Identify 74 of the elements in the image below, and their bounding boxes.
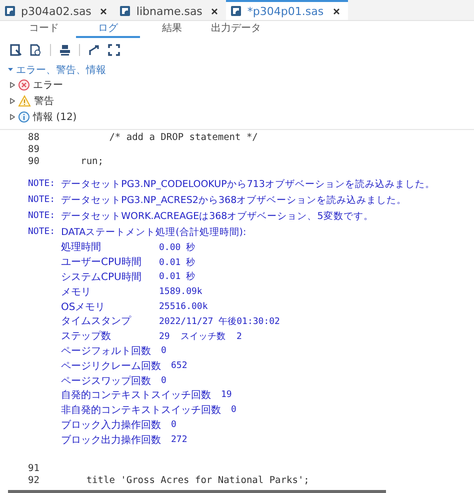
note-text: データセットWORK.ACREAGEは368オブザベーション、5変数です。: [61, 210, 374, 222]
tree-item[interactable]: エラー、警告、情報: [8, 62, 106, 77]
line-number: 91: [27, 463, 40, 476]
file-tab[interactable]: libname.sas: [115, 0, 226, 20]
view-tab[interactable]: コード: [12, 21, 76, 38]
note-prefix: NOTE:: [28, 179, 56, 189]
close-icon[interactable]: [211, 8, 218, 14]
stat-value: 272: [171, 434, 188, 445]
stat-value: 0.01 秒: [159, 270, 196, 284]
note-prefix: NOTE:: [28, 211, 56, 221]
stat-value: 25516.00k: [159, 302, 208, 312]
stat-value: 1589.09k: [159, 286, 202, 297]
stat-value: 652: [171, 360, 188, 371]
scrollbar[interactable]: [8, 490, 386, 493]
view-tab[interactable]: ログ: [76, 21, 140, 38]
close-icon[interactable]: [332, 8, 340, 14]
fullscreen-icon[interactable]: [108, 44, 120, 56]
stat-value: 0: [161, 346, 166, 356]
stat-value: 0.01 秒: [159, 256, 196, 269]
caret-icon[interactable]: [10, 114, 15, 120]
stat-label: ページフォルト回数: [61, 344, 151, 358]
file-tab[interactable]: p304a02.sas: [0, 0, 116, 20]
close-icon[interactable]: [100, 8, 108, 14]
note-text: データセットPG3.NP_CODELOOKUPから713オブザベーションを読み込みました。: [61, 178, 435, 190]
stat-value: 2022/11/27 午後01:30:02: [159, 316, 280, 328]
stat-value: 0: [161, 376, 166, 386]
note-prefix: NOTE:: [28, 195, 56, 205]
stat-value: 0: [171, 420, 176, 430]
tree-item[interactable]: 情報 (12): [10, 109, 77, 125]
stat-label: ユーザーCPU時間: [61, 256, 142, 270]
stat-value: 19: [221, 390, 232, 400]
stat-label: ページリクレーム回数: [61, 360, 161, 373]
stat-label: ブロック出力操作回数: [61, 434, 161, 447]
warning-icon: [18, 95, 31, 107]
note-text: DATAステートメント処理(合計処理時間):: [61, 226, 246, 238]
caret-icon[interactable]: [8, 67, 13, 72]
stat-label: メモリ: [61, 286, 92, 299]
code-line: /* add a DROP statement */: [108, 132, 258, 144]
info-icon: [18, 111, 30, 123]
view-tab[interactable]: 結果: [140, 21, 204, 38]
stat-label: 非自発的コンテキストスイッチ回数: [61, 404, 221, 418]
expand-arrow-icon[interactable]: [88, 44, 100, 56]
file-icon: [230, 5, 242, 17]
code-line: title 'Gross Acres for National Parks';: [85, 475, 310, 488]
code-line: run;: [80, 156, 104, 168]
tree-item[interactable]: エラー: [10, 77, 63, 93]
note-prefix: NOTE:: [28, 227, 56, 237]
stat-value: 0: [231, 405, 236, 416]
stat-label: ステップ数: [61, 330, 112, 344]
line-number: 92: [27, 475, 40, 488]
document-search-icon[interactable]: [10, 44, 22, 56]
error-icon: [18, 79, 30, 91]
stat-label: ブロック入力操作回数: [61, 418, 161, 432]
printer-icon[interactable]: [59, 44, 71, 56]
stat-label: 自発的コンテキストスイッチ回数: [61, 389, 211, 402]
note-text: データセットPG3.NP_ACRES2から368オブザベーションを読み込みました。: [61, 194, 407, 206]
line-number: 89: [27, 144, 40, 156]
caret-icon[interactable]: [10, 82, 15, 88]
stat-value: 0.00 秒: [159, 242, 196, 254]
tree-item[interactable]: 警告: [10, 93, 54, 109]
line-number: 88: [27, 132, 40, 144]
file-icon: [119, 5, 132, 17]
document-clock-icon[interactable]: [30, 44, 42, 56]
stat-label: 処理時間: [61, 240, 102, 254]
line-number: 90: [27, 156, 40, 168]
view-tab[interactable]: 出力データ: [204, 21, 268, 38]
stat-label: ページスワップ回数: [61, 374, 151, 388]
file-tab[interactable]: *p304p01.sas: [226, 0, 348, 20]
caret-icon[interactable]: [10, 98, 15, 104]
file-icon: [4, 5, 16, 17]
stat-label: OSメモリ: [61, 300, 106, 314]
stat-value: 29 スイッチ数 2: [159, 330, 242, 343]
stat-label: タイムスタンプ: [61, 314, 132, 328]
stat-label: システムCPU時間: [61, 270, 142, 284]
